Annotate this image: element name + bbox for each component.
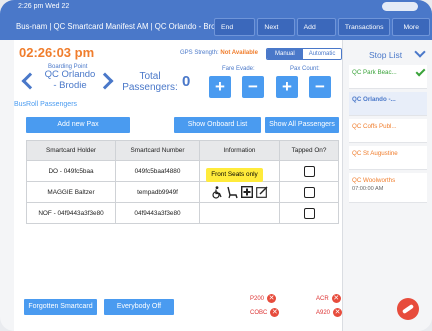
total-passengers-label: Total Passengers: <box>122 71 178 93</box>
add-fund-button[interactable]: Add Fund <box>296 18 336 49</box>
column-header: Smartcard Holder <box>26 140 116 161</box>
number-cell: tempadb9949f <box>115 181 200 203</box>
tapped-cell <box>279 202 339 224</box>
holder-cell: MAGGIE Baltzer <box>26 181 116 203</box>
stop-list-item[interactable]: QC Coffs Publ... <box>349 119 427 143</box>
end-route-button[interactable]: End Route <box>214 18 256 49</box>
show-all-passengers-button[interactable]: Show All Passengers <box>265 117 339 133</box>
number-cell: 04f9443a3f3e80 <box>115 202 200 224</box>
busroll-heading: BusRoll Passengers <box>14 101 78 108</box>
cobc-indicator: COBC ✕ <box>250 308 280 317</box>
table-header-row: Smartcard Holder Smartcard Number Inform… <box>26 140 339 161</box>
stop-name: QC Park Beac... <box>352 69 397 76</box>
pax-count-label: Pax Count: <box>290 66 320 72</box>
wheelchair-icon[interactable] <box>211 185 223 199</box>
add-new-pax-button[interactable]: Add new Pax <box>26 117 130 133</box>
clock: 02:26:03 pm <box>19 45 95 60</box>
edit-icon[interactable] <box>256 186 268 198</box>
front-seats-tooltip: Front Seats only <box>206 168 263 182</box>
acr-indicator: ACR ✕ <box>316 294 341 303</box>
holder-cell: DO - 049fc5baa <box>26 160 116 182</box>
status-time: 2:26 pm Wed 22 <box>18 3 70 10</box>
next-trip-button[interactable]: Next Trip <box>257 18 295 49</box>
stop-list-item[interactable]: QC St Augustine <box>349 146 427 170</box>
tapped-on-checkbox[interactable] <box>303 186 315 198</box>
main-panel: 02:26:03 pm GPS Strength: Not Available … <box>14 40 343 331</box>
show-onboard-list-button[interactable]: Show Onboard List <box>174 117 261 133</box>
stop-list-title: Stop List <box>369 50 403 60</box>
table-row[interactable]: DO - 049fc5baa 049fc5baaf4880 <box>26 160 339 182</box>
device-frame: 2:26 pm Wed 22 Bus-nam | QC Smartcard Ma… <box>0 0 432 331</box>
stop-list-item[interactable]: QC Woolworths 07:00:00 AM <box>349 173 427 203</box>
stop-list-panel: Stop List QC Park Beac... QC Orlando -..… <box>342 40 432 331</box>
checkmark-icon <box>415 66 426 77</box>
table-row[interactable]: NOF - 04f9443a3f3e80 04f9443a3f3e80 <box>26 202 339 224</box>
total-passengers-count: 0 <box>182 73 191 90</box>
p200-label: P200 <box>250 296 265 303</box>
column-header: Information <box>199 140 280 161</box>
manual-mode-button[interactable]: Manual <box>267 49 303 59</box>
table-row[interactable]: MAGGIE Baltzer tempadb9949f <box>26 181 339 203</box>
next-stop-icon[interactable] <box>96 72 114 90</box>
status-bar: 2:26 pm Wed 22 <box>0 0 432 14</box>
stop-list-item[interactable]: QC Orlando -... <box>349 92 427 116</box>
stop-time: 07:00:00 AM <box>352 186 384 192</box>
stop-name: QC Coffs Publ... <box>352 123 397 130</box>
number-cell: 049fc5baaf4880 <box>115 160 200 182</box>
fare-evade-label: Fare Evade: <box>222 66 255 72</box>
stop-name: QC Orlando -... <box>352 96 396 103</box>
stop-name: QC St Augustine <box>352 150 398 157</box>
a920-label: A920 <box>316 310 331 317</box>
pax-count-plus-button[interactable]: + <box>276 76 298 98</box>
battery-icon <box>382 2 418 11</box>
forgotten-smartcard-button[interactable]: Forgotten Smartcard <box>24 299 97 315</box>
more-button[interactable]: More <box>392 18 430 36</box>
pax-count-minus-button[interactable]: − <box>309 76 331 98</box>
error-icon: ✕ <box>331 294 341 303</box>
error-icon: ✕ <box>270 308 280 317</box>
gps-strength: GPS Strength: Not Available <box>180 50 258 56</box>
tapped-on-checkbox[interactable] <box>303 165 315 177</box>
information-cell <box>199 202 280 224</box>
cobc-label: COBC <box>250 310 268 317</box>
tapped-cell <box>279 160 339 182</box>
no-bus-icon[interactable] <box>397 298 419 320</box>
gps-value: Not Available <box>220 50 258 56</box>
error-icon: ✕ <box>333 308 343 317</box>
tapped-on-checkbox[interactable] <box>303 207 315 219</box>
holder-cell: NOF - 04f9443a3f3e80 <box>26 202 116 224</box>
everybody-off-button[interactable]: Everybody Off <box>104 299 174 315</box>
error-icon: ✕ <box>267 294 277 303</box>
stop-list-item[interactable]: QC Park Beac... <box>349 65 427 89</box>
page-title: Bus-nam | QC Smartcard Manifest AM | QC … <box>16 22 222 31</box>
seat-icon[interactable] <box>226 186 238 199</box>
chevron-down-icon[interactable] <box>414 46 426 58</box>
passenger-table: Smartcard Holder Smartcard Number Inform… <box>26 140 339 224</box>
column-header: Smartcard Number <box>115 140 200 161</box>
acr-label: ACR <box>316 296 329 303</box>
prev-stop-icon[interactable] <box>21 72 39 90</box>
add-note-icon[interactable] <box>241 186 253 198</box>
mode-toggle[interactable]: Manual Automatic <box>266 48 343 60</box>
tapped-cell <box>279 181 339 203</box>
transactions-button[interactable]: Transactions <box>337 18 391 36</box>
information-cell <box>199 181 280 203</box>
fare-evade-plus-button[interactable]: + <box>209 76 231 98</box>
gps-label: GPS Strength: <box>180 50 219 56</box>
automatic-mode-button[interactable]: Automatic <box>302 49 342 59</box>
fare-evade-minus-button[interactable]: − <box>242 76 264 98</box>
boarding-point-name: QC Orlando - Brodie <box>44 69 96 91</box>
a920-indicator: A920 ✕ <box>316 308 343 317</box>
column-header: Tapped On? <box>279 140 339 161</box>
title-bar: Bus-nam | QC Smartcard Manifest AM | QC … <box>0 14 432 49</box>
stop-name: QC Woolworths <box>352 177 396 184</box>
p200-indicator: P200 ✕ <box>250 294 277 303</box>
header-actions: End Route Next Trip Add Fund Transaction… <box>214 18 432 49</box>
info-icons <box>211 185 268 199</box>
